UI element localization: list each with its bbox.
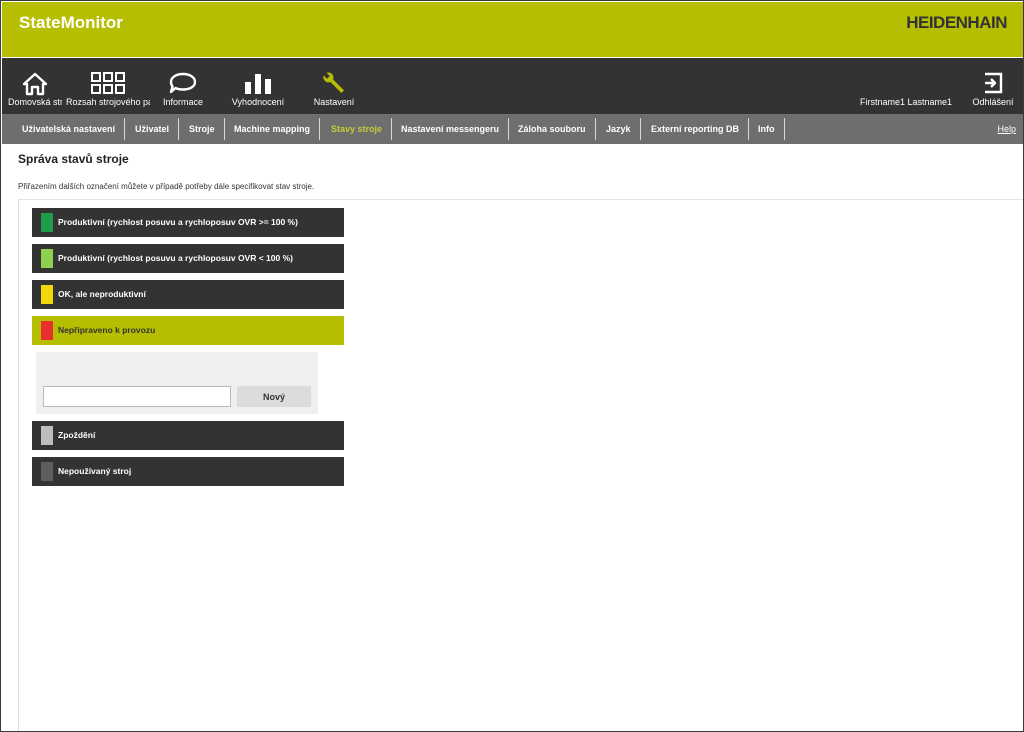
tab-language[interactable]: Jazyk: [597, 118, 641, 140]
nav-item-label: Odhlášení: [972, 97, 1014, 107]
nav-item-home[interactable]: Domovská stránka: [8, 58, 62, 114]
nav-item-info[interactable]: Informace: [156, 58, 210, 114]
tab-machine-mapping[interactable]: Machine mapping: [225, 118, 321, 140]
state-color-swatch: [41, 321, 53, 340]
bar-chart-icon: [245, 74, 271, 94]
nav-item-label: Rozsah strojového parku: [66, 97, 150, 107]
state-color-swatch: [41, 249, 53, 268]
tab-file-backup[interactable]: Záloha souboru: [509, 118, 596, 140]
chat-bubble-icon: [169, 72, 197, 94]
logout-icon: [985, 72, 1003, 94]
state-label: Zpoždění: [58, 430, 96, 440]
tab-user-settings[interactable]: Uživatelská nastavení: [13, 118, 126, 140]
home-icon: [22, 72, 48, 96]
header-bar: StateMonitor HEIDENHAIN: [2, 2, 1023, 57]
main-navigation: Domovská stránka Rozsah strojového parku…: [2, 57, 1023, 114]
state-label: Produktivní (rychlost posuvu a rychlopos…: [58, 217, 298, 227]
state-color-swatch: [41, 285, 53, 304]
logout-button[interactable]: Odhlášení: [968, 58, 1018, 114]
app-window: StateMonitor HEIDENHAIN Domovská stránka…: [0, 0, 1024, 732]
tab-machines[interactable]: Stroje: [180, 118, 225, 140]
state-label: Produktivní (rychlost posuvu a rychlopos…: [58, 253, 293, 263]
state-color-swatch: [41, 426, 53, 445]
state-item-selected[interactable]: Nepřipraveno k provozu: [32, 316, 344, 345]
nav-item-machine-park[interactable]: Rozsah strojového parku: [66, 58, 150, 114]
nav-item-label: Vyhodnocení: [231, 97, 285, 107]
page-description: Přiřazením dalších označení můžete v pří…: [18, 182, 315, 191]
page-title: Správa stavů stroje: [18, 152, 129, 166]
state-color-swatch: [41, 462, 53, 481]
state-item[interactable]: Produktivní (rychlost posuvu a rychlopos…: [32, 208, 344, 237]
state-item[interactable]: Nepoužívaný stroj: [32, 457, 344, 486]
state-label: OK, ale neproduktivní: [58, 289, 146, 299]
state-label: Nepoužívaný stroj: [58, 466, 132, 476]
nav-item-label: Informace: [162, 97, 204, 107]
new-button[interactable]: Nový: [237, 386, 311, 407]
nav-item-label: Domovská stránka: [8, 97, 62, 107]
app-title: StateMonitor: [19, 13, 123, 32]
grid-icon: [91, 72, 125, 94]
nav-item-settings[interactable]: Nastavení: [306, 58, 362, 114]
brand-logo: HEIDENHAIN: [906, 13, 1007, 32]
tab-external-reporting-db[interactable]: Externí reporting DB: [642, 118, 750, 140]
current-user: Firstname1 Lastname1: [860, 97, 953, 107]
nav-item-evaluation[interactable]: Vyhodnocení: [226, 58, 290, 114]
state-label: Nepřipraveno k provozu: [58, 325, 156, 335]
state-item[interactable]: OK, ale neproduktivní: [32, 280, 344, 309]
tab-machine-states[interactable]: Stavy stroje: [322, 118, 393, 140]
wrench-icon: [323, 72, 344, 93]
new-label-input[interactable]: [43, 386, 231, 407]
settings-tabs: Uživatelská nastavení Uživatel Stroje Ma…: [2, 114, 1023, 144]
state-item[interactable]: Zpoždění: [32, 421, 344, 450]
nav-item-label: Nastavení: [313, 97, 355, 107]
tab-user[interactable]: Uživatel: [126, 118, 180, 140]
state-item[interactable]: Produktivní (rychlost posuvu a rychlopos…: [32, 244, 344, 273]
tab-messenger-settings[interactable]: Nastavení messengeru: [392, 118, 510, 140]
state-color-swatch: [41, 213, 53, 232]
help-link[interactable]: Help: [997, 118, 1016, 140]
tab-info[interactable]: Info: [749, 118, 785, 140]
